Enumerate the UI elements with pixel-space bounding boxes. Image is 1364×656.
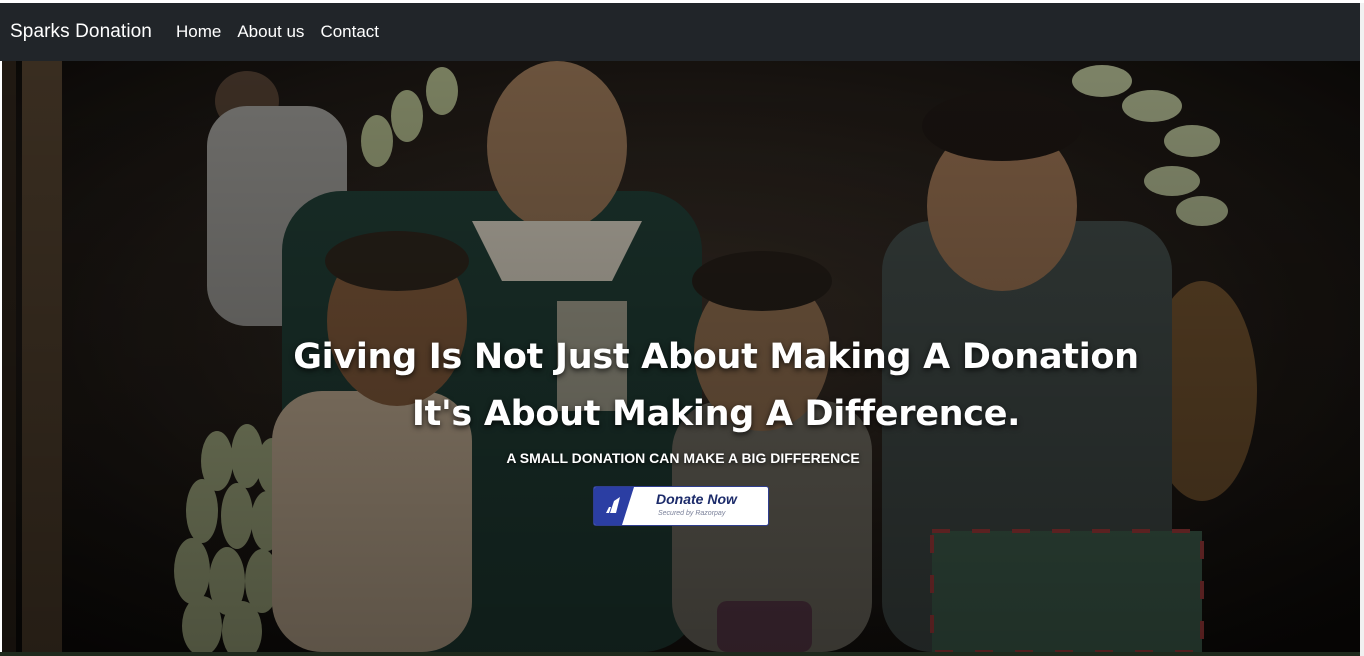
window-right-edge	[1360, 3, 1364, 656]
navbar: Sparks Donation Home About us Contact	[0, 3, 1364, 61]
hero-text: Giving Is Not Just About Making A Donati…	[2, 61, 1360, 652]
nav-link-about-us[interactable]: About us	[237, 22, 304, 42]
donate-button-label: Donate Now	[656, 491, 737, 507]
nav-link-home[interactable]: Home	[176, 22, 221, 42]
hero-headline-line-2: It's About Making A Difference.	[411, 394, 1021, 434]
brand-name[interactable]: Sparks Donation	[10, 21, 152, 43]
hero-subheadline: A SMALL DONATION CAN MAKE A BIG DIFFEREN…	[506, 450, 860, 466]
hero-section: Giving Is Not Just About Making A Donati…	[2, 61, 1360, 652]
donate-secured-text: Secured by Razorpay	[658, 510, 726, 517]
nav-link-contact[interactable]: Contact	[320, 22, 379, 42]
hero-headline-line-1: Giving Is Not Just About Making A Donati…	[293, 337, 1139, 377]
razorpay-logo-icon	[594, 487, 634, 525]
bottom-edge	[0, 652, 1360, 656]
donate-now-button[interactable]: Donate Now Secured by Razorpay	[593, 486, 769, 526]
